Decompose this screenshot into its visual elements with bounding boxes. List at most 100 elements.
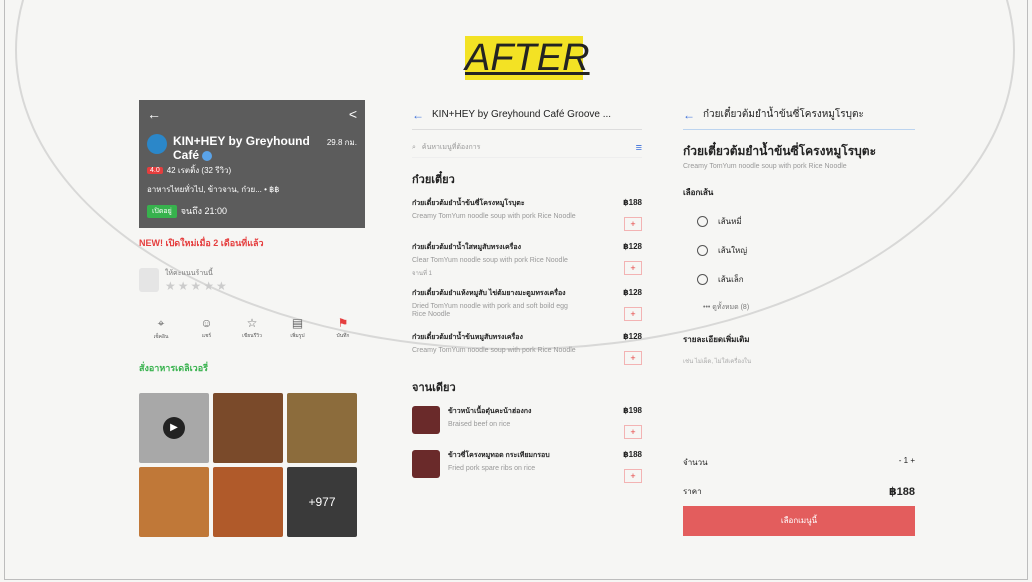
add-photo-button[interactable]: ▤ เพิ่มรูป <box>282 316 314 341</box>
photo-icon: ▤ <box>291 316 304 330</box>
rating-badge: 4.0 <box>147 167 163 174</box>
add-button[interactable]: + <box>624 425 642 439</box>
search-input[interactable]: ค้นหาเมนูที่ต้องการ <box>422 142 481 153</box>
extra-details-title: รายละเอียดเพิ่มเติม <box>683 335 750 344</box>
add-button[interactable]: + <box>624 261 642 275</box>
rate-label: ให้คะแนนร้านนี้ <box>165 269 213 277</box>
photo-thumbnail[interactable] <box>287 393 357 463</box>
option-label: เส้นเล็ก <box>718 275 744 284</box>
add-button[interactable]: + <box>624 217 642 231</box>
menu-item[interactable]: ก๋วยเตี๋ยวต้มยำน้ำใสหมูสับทรงเครื่อง Clea… <box>412 242 642 278</box>
item-price: ฿128 <box>623 288 642 297</box>
share-person-icon: ☺ <box>200 316 213 330</box>
delivery-link[interactable]: สั่งอาหารเดลิเวอรี่ <box>139 361 365 375</box>
photo-thumbnail[interactable] <box>139 467 209 537</box>
item-name: ก๋วยเตี๋ยวต้มยำแห้งหมูสับ ไข่ต้มยางมะตูม… <box>412 290 566 297</box>
dish-image <box>412 450 440 478</box>
item-description: Creamy TomYum noodle soup with pork Rice… <box>412 347 576 354</box>
menu-item[interactable]: ก๋วยเตี๋ยวต้มยำน้ำข้นซี่โครงหมูโรบุตะ Cre… <box>412 198 642 232</box>
location-icon: ⌖ <box>157 316 165 330</box>
item-price: ฿188 <box>623 450 642 459</box>
item-name: ข้าวหน้าเนื้อตุ๋นคะน้าฮ่องกง <box>448 408 532 415</box>
item-price: ฿128 <box>623 332 642 341</box>
back-icon[interactable]: ← <box>147 106 161 122</box>
item-name: ก๋วยเตี๋ยวต้มยำน้ำข้นซี่โครงหมูโรบุตะ <box>412 200 525 207</box>
item-price: ฿128 <box>623 242 642 251</box>
dish-image <box>412 406 440 434</box>
item-description: Clear TomYum noodle soup with pork Rice … <box>412 257 568 264</box>
radio-button[interactable] <box>697 274 708 285</box>
play-icon[interactable]: ▶ <box>163 417 185 439</box>
radio-button[interactable] <box>697 216 708 227</box>
star-rating-input[interactable]: ★★★★★ <box>165 279 229 293</box>
noodle-option[interactable]: เส้นใหญ่ <box>697 244 915 257</box>
video-thumbnail[interactable]: ▶ <box>139 393 209 463</box>
add-button[interactable]: + <box>624 351 642 365</box>
share-icon[interactable]: < <box>349 106 357 122</box>
menu-list-icon[interactable]: ≡ <box>636 142 642 154</box>
item-description: Braised beef on rice <box>448 421 511 428</box>
item-name: ก๋วยเตี๋ยวต้มยำน้ำใสหมูสับทรงเครื่อง <box>412 244 522 251</box>
new-tag: NEW! เปิดใหม่เมื่อ 2 เดือนที่แล้ว <box>139 238 264 248</box>
verified-icon <box>202 150 213 161</box>
search-icon: ⌕ <box>412 143 416 151</box>
open-badge: เปิดอยู่ <box>147 204 177 218</box>
quantity-row: จำนวน - 1 + <box>683 456 915 469</box>
add-button[interactable]: + <box>624 307 642 321</box>
item-description: Fried pork spare ribs on rice <box>448 465 536 472</box>
action-bar: ⌖ เช็คอิน ☺ แชร์ ☆ เขียนรีวิว ▤ เพิ่มรูป ⚑ บั… <box>139 316 365 341</box>
more-photos[interactable]: +977 <box>287 467 357 537</box>
noodle-option[interactable]: เส้นเล็ก <box>697 273 915 286</box>
restaurant-hero: ← < KIN+HEY by Greyhound Café 29.8 กม. 4… <box>139 100 365 228</box>
item-name: ข้าวซี่โครงหมูทอด กระเทียมกรอบ <box>448 452 550 459</box>
total-price: ฿188 <box>888 486 915 498</box>
rating-text: 42 เรตติ้ง (32 รีวิว) <box>166 166 232 175</box>
menu-item[interactable]: ก๋วยเตี๋ยวต้มยำแห้งหมูสับ ไข่ต้มยางมะตูม… <box>412 288 642 322</box>
back-icon[interactable]: ← <box>683 108 695 122</box>
bookmark-button[interactable]: ⚑ บันทึก <box>327 316 359 341</box>
price-label: ราคา <box>683 487 702 496</box>
menu-item[interactable]: ข้าวซี่โครงหมูทอด กระเทียมกรอบ Fried pork… <box>412 450 642 484</box>
item-description: Creamy TomYum noodle soup with pork Rice… <box>412 213 576 220</box>
distance: 29.8 กม. <box>326 138 357 147</box>
restaurant-category: อาหารไทยทั่วไป, ข้าวจาน, ก๋วย... • ฿฿ <box>147 185 280 194</box>
after-label: AFTER <box>465 36 590 80</box>
show-all-options[interactable]: ••• ดูทั้งหมด (8) <box>703 302 915 313</box>
restaurant-name: KIN+HEY by Greyhound Café <box>173 134 310 162</box>
quantity-stepper[interactable]: - 1 + <box>899 456 915 469</box>
menu-title: KIN+HEY by Greyhound Café Groove ... <box>432 109 612 120</box>
restaurant-logo <box>147 134 167 154</box>
write-review-button[interactable]: ☆ เขียนรีวิว <box>236 316 268 341</box>
item-description: Dried TomYum noodle with pork and soft b… <box>412 303 568 318</box>
back-icon[interactable]: ← <box>412 108 424 122</box>
item-price: ฿198 <box>623 406 642 415</box>
dish-description: Creamy TomYum noodle soup with pork Rice… <box>683 163 847 170</box>
photo-thumbnail[interactable] <box>213 393 283 463</box>
menu-item[interactable]: ก๋วยเตี๋ยวต้มยำน้ำข้นหมูสับทรงเครื่อง Cre… <box>412 332 642 366</box>
radio-button[interactable] <box>697 245 708 256</box>
section-title: จานเดียว <box>412 382 456 394</box>
opening-hours: จนถึง 21:00 <box>180 206 227 216</box>
checkin-button[interactable]: ⌖ เช็คอิน <box>145 316 177 341</box>
photo-gallery: ▶ +977 <box>139 393 365 537</box>
dish-title: ก๋วยเตี๋ยวต้มยำน้ำข้นซี่โครงหมูโรบุตะ <box>683 144 877 158</box>
menu-panel: ← KIN+HEY by Greyhound Café Groove ... ⌕… <box>412 100 642 484</box>
menu-header: ← KIN+HEY by Greyhound Café Groove ... <box>412 100 642 130</box>
select-menu-button[interactable]: เลือกเมนูนี้ <box>683 506 915 536</box>
menu-item[interactable]: ข้าวหน้าเนื้อตุ๋นคะน้าฮ่องกง Braised beef… <box>412 406 642 440</box>
quantity-label: จำนวน <box>683 458 708 467</box>
add-button[interactable]: + <box>624 469 642 483</box>
detail-title: ก๋วยเตี๋ยวต้มยำน้ำข้นซี่โครงหมูโรบุตะ <box>703 109 864 120</box>
option-label: เส้นใหญ่ <box>718 246 748 255</box>
star-icon: ☆ <box>246 316 258 330</box>
option-label: เส้นหมี่ <box>718 217 742 226</box>
share-button[interactable]: ☺ แชร์ <box>191 316 223 341</box>
rate-restaurant[interactable]: ให้คะแนนร้านนี้ ★★★★★ <box>139 260 365 300</box>
photo-thumbnail[interactable] <box>213 467 283 537</box>
detail-header: ← ก๋วยเตี๋ยวต้มยำน้ำข้นซี่โครงหมูโรบุตะ <box>683 100 915 130</box>
extra-details-input[interactable]: เช่น ไม่เผ็ด, ไม่ใส่เครื่องใน <box>683 356 915 366</box>
item-name: ก๋วยเตี๋ยวต้มยำน้ำข้นหมูสับทรงเครื่อง <box>412 334 523 341</box>
price-row: ราคา ฿188 <box>683 485 915 498</box>
bookmark-icon: ⚑ <box>337 316 349 330</box>
noodle-option[interactable]: เส้นหมี่ <box>697 215 915 228</box>
